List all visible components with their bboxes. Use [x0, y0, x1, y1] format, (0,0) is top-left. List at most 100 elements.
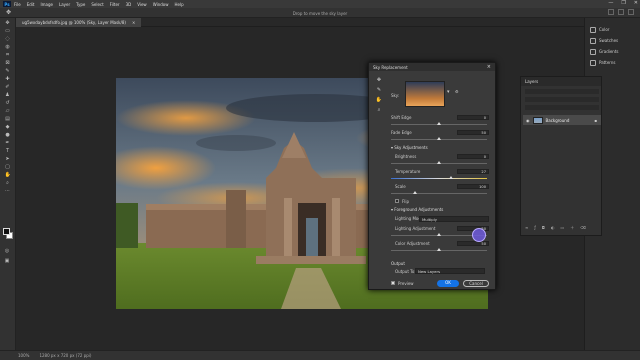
ok-button[interactable]: OK [437, 280, 459, 287]
visibility-eye-icon[interactable]: ◉ [526, 118, 530, 123]
marquee-icon[interactable]: ▭ [5, 28, 11, 34]
foreground-adjustments-section[interactable]: ▾ Foreground Adjustments [391, 207, 443, 212]
sky-settings-icon[interactable]: ⚙ [455, 89, 459, 94]
menu-help[interactable]: Help [174, 2, 183, 7]
menu-3d[interactable]: 3D [126, 2, 132, 7]
document-tab[interactable]: ug5wxdaybdxfsdfo.jpg @ 100% (Sky, Layer … [16, 18, 142, 27]
zoom-tool-icon[interactable]: ⌕ [375, 107, 383, 117]
panel-patterns[interactable]: Patterns [585, 57, 640, 68]
scale-thumb[interactable] [413, 191, 417, 194]
new-layer-icon[interactable]: ＋ [570, 225, 574, 231]
zoom-icon[interactable]: ⌕ [5, 180, 11, 186]
menu-edit[interactable]: Edit [27, 2, 35, 7]
workspace-icon[interactable] [618, 9, 624, 15]
fx-icon[interactable]: ƒ [534, 225, 535, 231]
move-icon[interactable]: ✥ [5, 20, 11, 26]
fade-edge-value[interactable]: 50 [457, 130, 489, 135]
temperature-value[interactable]: 27 [457, 169, 489, 174]
output-to-select[interactable]: New Layers [415, 268, 485, 274]
fade-edge-thumb[interactable] [437, 137, 441, 140]
sky-dropdown-icon[interactable]: ▾ [447, 89, 450, 95]
stamp-icon[interactable]: ♟ [5, 92, 11, 98]
shift-edge-slider[interactable] [391, 122, 487, 125]
panel-gradients[interactable]: Gradients [585, 46, 640, 57]
document-info[interactable]: 1280 px x 720 px (72 ppi) [39, 353, 91, 358]
search-icon[interactable] [608, 9, 614, 15]
sky-move-tool-icon[interactable]: ✥ [375, 77, 383, 87]
menu-file[interactable]: File [14, 2, 21, 7]
minimize-icon[interactable]: — [608, 0, 613, 6]
flip-checkbox[interactable] [395, 199, 399, 203]
panel-color[interactable]: Color [585, 24, 640, 35]
blur-icon[interactable]: ◆ [5, 124, 11, 130]
layer-row-background[interactable]: ◉ Background ▪ [523, 115, 601, 125]
sky-preset-thumbnail[interactable] [405, 81, 445, 107]
preview-checkbox[interactable] [391, 281, 395, 285]
color-adjustment-thumb[interactable] [437, 248, 441, 251]
link-icon[interactable]: ∞ [525, 225, 528, 231]
brightness-slider[interactable] [391, 161, 487, 164]
menu-type[interactable]: Type [76, 2, 85, 7]
brush-icon[interactable]: ✐ [5, 84, 11, 90]
color-adjustment-value[interactable]: 50 [457, 241, 489, 246]
lighting-mode-select[interactable]: Multiply [419, 216, 489, 222]
temperature-thumb[interactable] [448, 176, 453, 179]
color-adjustment-slider[interactable] [391, 248, 487, 251]
shape-icon[interactable]: ▢ [5, 164, 11, 170]
hand-icon[interactable]: ✋ [5, 172, 11, 178]
lasso-icon[interactable]: ◌ [5, 36, 11, 42]
sky-brush-icon[interactable]: ✎ [375, 87, 383, 97]
panel-swatches[interactable]: Swatches [585, 35, 640, 46]
menu-layer[interactable]: Layer [59, 2, 70, 7]
folder-icon[interactable]: ▭ [560, 225, 564, 231]
close-tab-icon[interactable]: × [132, 20, 135, 25]
quick-mask-icon[interactable]: ◎ [4, 248, 10, 254]
brightness-thumb[interactable] [437, 161, 441, 164]
menu-select[interactable]: Select [91, 2, 103, 7]
brightness-value[interactable]: 0 [457, 154, 489, 159]
menu-window[interactable]: Window [153, 2, 169, 7]
quick-select-icon[interactable]: ◍ [5, 44, 11, 50]
frame-icon[interactable]: ⊠ [5, 60, 11, 66]
crop-icon[interactable]: ⌗ [5, 52, 11, 58]
share-icon[interactable] [628, 9, 634, 15]
menu-filter[interactable]: Filter [110, 2, 120, 7]
adjustment-icon[interactable]: ◐ [551, 225, 555, 231]
menu-image[interactable]: Image [40, 2, 53, 7]
eyedropper-icon[interactable]: ✎ [5, 68, 11, 74]
menu-view[interactable]: View [137, 2, 147, 7]
layer-filter-field[interactable] [525, 89, 599, 94]
dodge-icon[interactable]: ● [5, 132, 11, 138]
photoshop-logo-icon[interactable]: Ps [3, 1, 11, 7]
close-window-icon[interactable]: ✕ [634, 0, 638, 6]
zoom-level[interactable]: 100% [18, 353, 29, 358]
healing-icon[interactable]: ✚ [5, 76, 11, 82]
eraser-icon[interactable]: ▱ [5, 108, 11, 114]
dialog-close-icon[interactable]: × [487, 64, 491, 70]
foreground-color-swatch[interactable] [3, 228, 10, 235]
layers-panel-title[interactable]: Layers [521, 77, 601, 86]
type-icon[interactable]: T [5, 148, 11, 154]
dialog-title-bar[interactable]: Sky Replacement × [369, 63, 495, 71]
lock-row[interactable] [525, 105, 599, 110]
shift-edge-value[interactable]: 0 [457, 115, 489, 120]
scale-slider[interactable] [391, 191, 487, 194]
more-tools-icon[interactable]: ⋯ [5, 188, 11, 194]
maximize-icon[interactable]: ❐ [621, 0, 625, 6]
screen-mode-icon[interactable]: ▣ [4, 258, 10, 264]
path-select-icon[interactable]: ➤ [5, 156, 11, 162]
cancel-button[interactable]: Cancel [463, 280, 489, 287]
fade-edge-slider[interactable] [391, 137, 487, 140]
lighting-adjustment-thumb[interactable] [437, 233, 441, 236]
trash-icon[interactable]: ⌫ [580, 225, 586, 231]
temperature-slider[interactable] [391, 176, 487, 179]
scale-value[interactable]: 100 [457, 184, 489, 189]
shift-edge-thumb[interactable] [437, 122, 441, 125]
hand-tool-icon[interactable]: ✋ [375, 97, 383, 107]
blend-mode-field[interactable] [525, 97, 599, 102]
sky-adjustments-section[interactable]: ▾ Sky Adjustments [391, 145, 428, 150]
mask-icon[interactable]: ◘ [542, 225, 545, 231]
pen-icon[interactable]: ✒ [5, 140, 11, 146]
history-brush-icon[interactable]: ↺ [5, 100, 11, 106]
gradient-icon[interactable]: ▤ [5, 116, 11, 122]
